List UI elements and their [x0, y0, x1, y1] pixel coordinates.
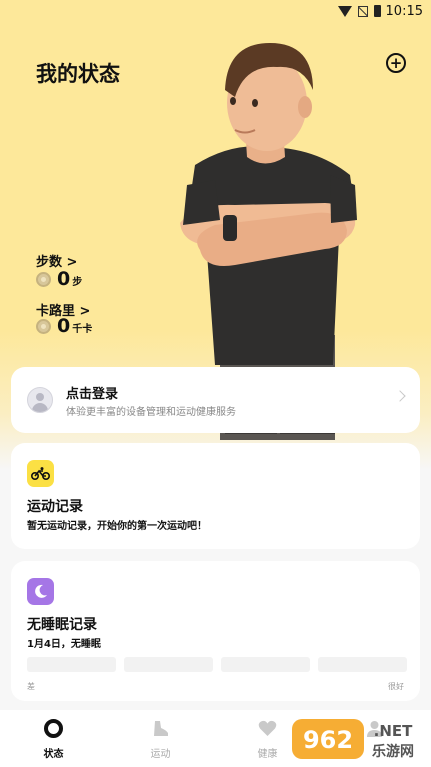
tab-sport[interactable]: 运动: [107, 710, 214, 767]
login-card[interactable]: 点击登录 体验更丰富的设备管理和运动健康服务: [11, 367, 420, 433]
steps-value: 0 步: [36, 268, 82, 290]
watermark-suffix: .NET: [374, 722, 413, 740]
sleep-scale-high: 很好: [388, 682, 404, 691]
tab-status-label: 状态: [43, 749, 64, 760]
heart-icon: [258, 720, 277, 736]
battery-icon: [374, 5, 381, 17]
sport-title: 运动记录: [27, 499, 83, 515]
steps-unit: 步: [72, 277, 83, 288]
cycling-icon: [27, 460, 54, 487]
avatar-placeholder-icon: [27, 387, 53, 413]
tab-sport-label: 运动: [150, 749, 171, 760]
watermark-text: 乐游网: [372, 743, 414, 760]
sleep-bar: [124, 657, 213, 672]
sport-subtitle: 暂无运动记录，开始你的第一次运动吧！: [27, 521, 207, 532]
site-watermark: 962 .NET 乐游网: [292, 719, 414, 760]
watermark-number: 962: [303, 726, 353, 754]
sleep-bar: [27, 657, 116, 672]
no-sim-icon: [358, 5, 368, 17]
shoe-icon: [154, 721, 168, 736]
tab-status[interactable]: 状态: [0, 710, 107, 767]
sleep-subtitle: 1月4日，无睡眠: [27, 639, 101, 650]
sleep-title: 无睡眠记录: [27, 617, 97, 633]
sleep-bar: [318, 657, 407, 672]
page-title: 我的状态: [36, 62, 120, 86]
sport-record-card[interactable]: 运动记录 暂无运动记录，开始你的第一次运动吧！: [11, 443, 420, 549]
login-title: 点击登录: [66, 387, 119, 402]
calories-value: 0 千卡: [36, 315, 92, 337]
coin-icon: [36, 319, 51, 334]
wifi-icon: [338, 5, 352, 17]
coin-icon: [36, 272, 51, 287]
sleep-record-card[interactable]: 无睡眠记录 1月4日，无睡眠 差 很好: [11, 561, 420, 701]
sleep-quality-bars: [27, 657, 407, 672]
sleep-bar: [221, 657, 310, 672]
calories-number: 0: [57, 315, 71, 337]
steps-number: 0: [57, 268, 71, 290]
calories-unit: 千卡: [72, 324, 93, 335]
status-time: 10:15: [385, 4, 423, 19]
sleep-scale-low: 差: [27, 682, 35, 691]
moon-icon: [27, 578, 54, 605]
chevron-right-icon: [394, 390, 406, 402]
login-subtitle: 体验更丰富的设备管理和运动健康服务: [66, 407, 236, 418]
status-ring-icon: [44, 719, 63, 738]
status-bar: 10:15: [0, 0, 431, 24]
plus-circle-icon[interactable]: +: [386, 53, 406, 73]
